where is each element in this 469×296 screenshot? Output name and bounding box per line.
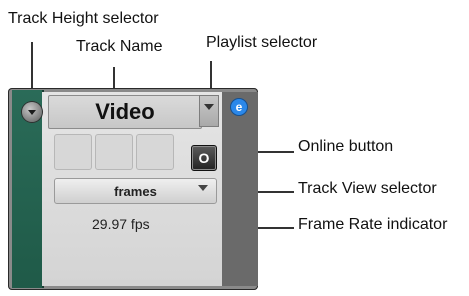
track-view-label: frames <box>114 183 157 199</box>
track-name-callout: Track Name <box>76 38 163 55</box>
online-button[interactable]: O <box>191 145 217 171</box>
track-height-selector[interactable] <box>22 102 42 122</box>
playlist-callout: Playlist selector <box>206 34 318 51</box>
chevron-down-icon <box>204 104 214 110</box>
track-view-callout: Track View selector <box>298 180 437 197</box>
frame-rate-indicator: 29.97 fps <box>92 216 150 232</box>
track-slot-1 <box>54 134 92 170</box>
track-slot-2 <box>95 134 133 170</box>
track-name-field[interactable]: Video <box>48 95 202 129</box>
track-slot-3 <box>136 134 174 170</box>
chevron-down-icon <box>198 185 208 191</box>
frame-rate-callout: Frame Rate indicator <box>298 216 448 233</box>
playlist-selector[interactable] <box>199 95 219 127</box>
online-icon: O <box>198 150 210 166</box>
track-name: Video <box>95 99 155 124</box>
chevron-down-icon <box>28 109 36 115</box>
track-height-callout: Track Height selector <box>8 10 159 27</box>
track-view-selector[interactable]: frames <box>54 178 217 204</box>
link-icon: e <box>231 99 247 115</box>
track-right-edge <box>222 92 258 286</box>
online-callout: Online button <box>298 138 394 155</box>
